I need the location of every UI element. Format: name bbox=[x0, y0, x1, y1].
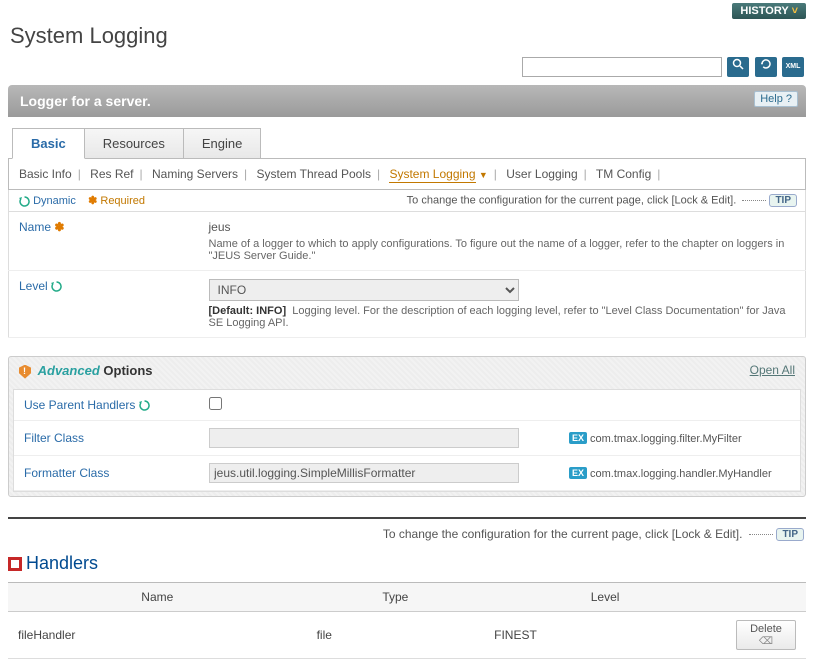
handlers-table: Name Type Level fileHandler file FINEST … bbox=[8, 582, 806, 659]
advanced-word: Advanced bbox=[38, 363, 100, 378]
filter-class-example: com.tmax.logging.filter.MyFilter bbox=[590, 433, 742, 445]
dynamic-icon bbox=[19, 196, 30, 207]
col-actions bbox=[726, 582, 806, 611]
sub-tabs: Basic Info| Res Ref| Naming Servers| Sys… bbox=[8, 159, 806, 190]
col-level: Level bbox=[484, 582, 726, 611]
required-label: Required bbox=[100, 195, 145, 207]
required-icon: ✽ bbox=[54, 220, 64, 234]
ex-chip: EX bbox=[569, 432, 587, 444]
level-select[interactable]: INFO bbox=[209, 279, 519, 301]
delete-button[interactable]: Delete bbox=[736, 620, 796, 650]
subtab-naming-servers[interactable]: Naming Servers bbox=[152, 167, 238, 181]
search-input[interactable] bbox=[522, 57, 722, 77]
tab-resources[interactable]: Resources bbox=[84, 128, 184, 158]
panel-header: Logger for a server. Help ? bbox=[8, 85, 806, 117]
required-icon: ✽ bbox=[88, 195, 97, 207]
filter-class-label: Filter Class bbox=[14, 420, 199, 455]
tip-chip[interactable]: TIP bbox=[776, 528, 804, 541]
handlers-icon bbox=[8, 557, 22, 571]
level-label: Level bbox=[19, 279, 48, 293]
level-default: [Default: INFO] bbox=[209, 305, 287, 317]
handlers-title: Handlers bbox=[8, 551, 806, 582]
search-icon[interactable] bbox=[727, 57, 749, 77]
page-title: System Logging bbox=[0, 19, 814, 57]
tab-engine[interactable]: Engine bbox=[183, 128, 261, 158]
use-parent-handlers-checkbox[interactable] bbox=[209, 397, 222, 410]
level-description: Logging level. For the description of ea… bbox=[209, 305, 786, 329]
shield-icon bbox=[19, 365, 31, 379]
dynamic-icon bbox=[139, 400, 150, 411]
handler-level: FINEST bbox=[484, 611, 726, 658]
use-parent-handlers-label: Use Parent Handlers bbox=[24, 398, 135, 412]
subtab-basic-info[interactable]: Basic Info bbox=[19, 167, 72, 181]
reload-icon[interactable] bbox=[755, 57, 777, 77]
dynamic-label: Dynamic bbox=[33, 195, 76, 207]
table-row: fileHandler file FINEST Delete bbox=[8, 611, 806, 658]
col-type: Type bbox=[307, 582, 485, 611]
formatter-class-label: Formatter Class bbox=[14, 455, 199, 490]
subtab-system-logging[interactable]: System Logging bbox=[389, 167, 475, 183]
name-value: jeus bbox=[209, 220, 796, 234]
advanced-options-panel: Advanced Options Open All Use Parent Han… bbox=[8, 356, 806, 497]
subtab-system-thread-pools[interactable]: System Thread Pools bbox=[257, 167, 372, 181]
subtab-tm-config[interactable]: TM Config bbox=[596, 167, 651, 181]
tip-chip[interactable]: TIP bbox=[769, 194, 797, 207]
config-change-message: To change the configuration for the curr… bbox=[407, 194, 737, 206]
ex-chip: EX bbox=[569, 467, 587, 479]
name-label: Name bbox=[19, 220, 51, 234]
name-description: Name of a logger to which to apply confi… bbox=[209, 238, 796, 262]
options-word: Options bbox=[103, 363, 152, 378]
handler-name: fileHandler bbox=[8, 611, 307, 658]
main-tabs: BasicResourcesEngine bbox=[8, 127, 806, 159]
tab-basic[interactable]: Basic bbox=[12, 128, 85, 159]
open-all-link[interactable]: Open All bbox=[750, 363, 795, 377]
dynamic-icon bbox=[51, 281, 62, 292]
subtab-res-ref[interactable]: Res Ref bbox=[90, 167, 133, 181]
history-button[interactable]: History bbox=[732, 3, 806, 19]
help-button[interactable]: Help ? bbox=[754, 91, 798, 107]
subtab-user-logging[interactable]: User Logging bbox=[506, 167, 577, 181]
panel-title: Logger for a server. bbox=[20, 93, 151, 109]
chevron-down-icon: ▼ bbox=[479, 170, 488, 180]
formatter-class-example: com.tmax.logging.handler.MyHandler bbox=[590, 468, 772, 480]
xml-export-icon[interactable]: XML bbox=[782, 57, 804, 77]
handler-type: file bbox=[307, 611, 485, 658]
formatter-class-input[interactable] bbox=[209, 463, 519, 483]
filter-class-input[interactable] bbox=[209, 428, 519, 448]
col-name: Name bbox=[8, 582, 307, 611]
config-change-message: To change the configuration for the curr… bbox=[383, 527, 743, 541]
